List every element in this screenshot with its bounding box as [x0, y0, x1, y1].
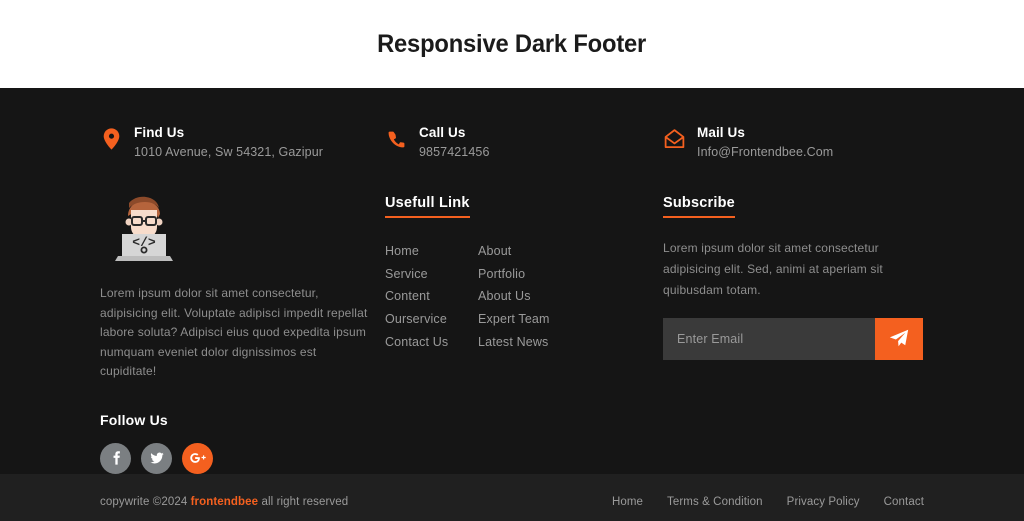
contact-row: Find Us 1010 Avenue, Sw 54321, Gazipur C… — [100, 88, 924, 162]
contact-value: Info@Frontendbee.Com — [697, 145, 834, 159]
google-plus-icon[interactable] — [182, 442, 213, 474]
subscribe-submit-button[interactable] — [875, 318, 923, 360]
contact-item-mail-us: Mail Us Info@Frontendbee.Com — [663, 124, 923, 162]
link-column-one: Home Service Content Ourservice Contact … — [385, 240, 478, 354]
bottom-nav-link[interactable]: Home — [612, 496, 643, 508]
page-title: Responsive Dark Footer — [377, 29, 647, 58]
twitter-icon[interactable] — [141, 442, 172, 474]
phone-icon — [385, 126, 407, 152]
subscribe-column: Subscribe Lorem ipsum dolor sit amet con… — [663, 194, 924, 474]
footer-columns: </> Lorem ipsum dolor sit amet consectet… — [100, 162, 924, 474]
copyright-text: copywrite ©2024 frontendbee all right re… — [100, 496, 348, 508]
bottom-nav-link[interactable]: Terms & Condition — [667, 496, 763, 508]
contact-value: 1010 Avenue, Sw 54321, Gazipur — [134, 145, 324, 159]
link-item[interactable]: Service — [385, 263, 478, 286]
footer-page: Responsive Dark Footer Find Us 1010 Aven… — [0, 0, 1024, 521]
contact-value: 9857421456 — [419, 145, 490, 159]
contact-text: Mail Us Info@Frontendbee.Com — [697, 124, 833, 162]
copyright-suffix: all right reserved — [258, 496, 349, 508]
facebook-icon[interactable] — [100, 442, 131, 474]
useful-links-column: Usefull Link Home Service Content Ourser… — [385, 194, 663, 474]
contact-title: Mail Us — [697, 125, 745, 140]
about-column: </> Lorem ipsum dolor sit amet consectet… — [100, 194, 385, 474]
link-item[interactable]: About — [478, 240, 550, 263]
link-item[interactable]: Contact Us — [385, 331, 478, 354]
link-item[interactable]: Content — [385, 285, 478, 308]
developer-avatar-illustration: </> — [104, 194, 184, 266]
bottom-nav-link[interactable]: Contact — [884, 496, 924, 508]
contact-item-call-us: Call Us 9857421456 — [385, 124, 663, 162]
useful-links-grid: Home Service Content Ourservice Contact … — [385, 240, 663, 354]
map-pin-icon — [100, 126, 122, 152]
contact-item-find-us: Find Us 1010 Avenue, Sw 54321, Gazipur — [100, 124, 385, 162]
subscribe-form — [663, 318, 923, 360]
footer-main: Find Us 1010 Avenue, Sw 54321, Gazipur C… — [0, 88, 1024, 474]
send-paper-plane-icon — [888, 327, 910, 352]
copyright-prefix: copywrite ©2024 — [100, 496, 191, 508]
contact-text: Find Us 1010 Avenue, Sw 54321, Gazipur — [134, 124, 323, 162]
bottom-nav: Home Terms & Condition Privacy Policy Co… — [612, 496, 924, 508]
email-input[interactable] — [663, 318, 875, 360]
envelope-icon — [663, 126, 685, 152]
follow-us-title: Follow Us — [100, 411, 168, 428]
link-column-two: About Portfolio About Us Expert Team Lat… — [478, 240, 550, 354]
link-item[interactable]: Expert Team — [478, 308, 550, 331]
subscribe-description: Lorem ipsum dolor sit amet consectetur a… — [663, 241, 883, 297]
link-item[interactable]: Portfolio — [478, 263, 550, 286]
page-header: Responsive Dark Footer — [0, 0, 1024, 88]
contact-title: Call Us — [419, 125, 466, 140]
contact-title: Find Us — [134, 125, 185, 140]
link-item[interactable]: Home — [385, 240, 478, 263]
link-item[interactable]: Latest News — [478, 331, 550, 354]
footer-bottom-bar: copywrite ©2024 frontendbee all right re… — [0, 473, 1024, 521]
subscribe-title: Subscribe — [663, 195, 735, 218]
link-item[interactable]: About Us — [478, 285, 550, 308]
useful-links-title: Usefull Link — [385, 195, 470, 218]
social-links — [100, 442, 385, 474]
contact-text: Call Us 9857421456 — [419, 124, 490, 162]
brand-name: frontendbee — [190, 496, 259, 508]
link-item[interactable]: Ourservice — [385, 308, 478, 331]
about-description: Lorem ipsum dolor sit amet consectetur, … — [100, 286, 368, 378]
bottom-nav-link[interactable]: Privacy Policy — [787, 496, 860, 508]
